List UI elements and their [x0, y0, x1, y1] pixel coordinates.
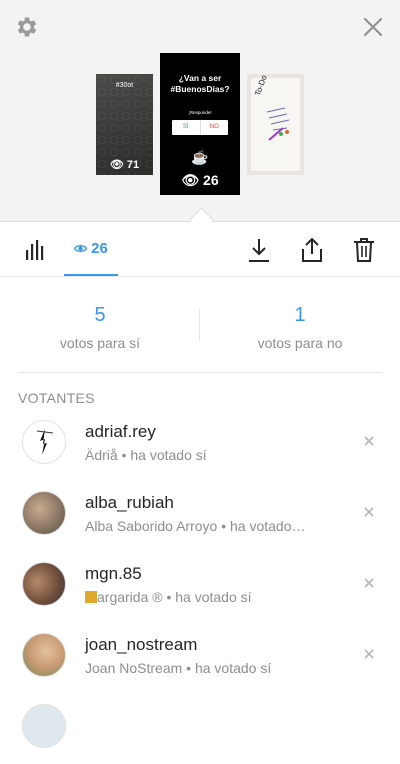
- dismiss-icon[interactable]: [362, 434, 376, 448]
- voter-username[interactable]: alba_rubiah: [85, 493, 174, 513]
- story-views-count: 26: [203, 172, 219, 188]
- story-toolbar: 26: [0, 222, 400, 277]
- avatar[interactable]: [22, 491, 66, 535]
- poll-prompt: ¡Responde!: [188, 110, 212, 115]
- poll-results: 5 votos para sí 1 votos para no: [0, 277, 400, 373]
- voter-row[interactable]: alba_rubiah Alba Saborido Arroyo • ha vo…: [0, 491, 400, 551]
- no-votes-count: 1: [294, 304, 306, 326]
- voter-row[interactable]: joan_nostream Joan NoStream • ha votado …: [0, 633, 400, 693]
- divider: [18, 372, 382, 373]
- no-votes-label: votos para no: [257, 335, 343, 351]
- voters-section-title: VOTANTES: [18, 390, 95, 406]
- story-tag: #30ot: [115, 82, 134, 89]
- story-views: 👁 26: [160, 172, 240, 189]
- story-views-count: 71: [126, 159, 140, 171]
- poll-question: ¿Van a ser #BuenosDías?: [160, 73, 240, 95]
- eye-icon: [74, 244, 88, 252]
- poll-question-line2: #BuenosDías?: [170, 84, 230, 94]
- trash-icon[interactable]: [352, 237, 376, 263]
- dismiss-icon[interactable]: [362, 576, 376, 590]
- eye-icon: 👁: [181, 172, 200, 188]
- story-thumbnail-right[interactable]: To-Do List: [247, 74, 304, 175]
- poll-option-yes: SÍ: [172, 120, 201, 135]
- poll-question-line1: ¿Van a ser: [178, 73, 222, 83]
- story-thumbnail-left[interactable]: #30ot 👁 71: [96, 74, 153, 175]
- voter-subtitle: argarida ® • ha votado sí: [85, 589, 252, 605]
- yes-votes-label: votos para sí: [59, 335, 141, 351]
- poll-option-no: NO: [209, 124, 219, 130]
- coffee-cup-icon: ☕: [191, 149, 209, 165]
- dismiss-icon[interactable]: [362, 647, 376, 661]
- poll-sticker: SÍ NO: [172, 120, 228, 135]
- eye-icon: 👁: [109, 159, 124, 171]
- close-icon[interactable]: [362, 16, 384, 38]
- voter-subtitle-text: argarida ® • ha votado sí: [97, 589, 252, 605]
- emoji-icon: [85, 591, 97, 603]
- tab-viewers[interactable]: 26: [64, 222, 118, 276]
- doodle-graphic: [266, 107, 290, 141]
- yes-votes[interactable]: 5 votos para sí: [0, 277, 200, 351]
- story-carousel: #30ot 👁 71 ¿Van a ser #BuenosDías? ¡Resp…: [0, 0, 400, 222]
- avatar-image: [36, 429, 54, 455]
- story-thumbnail-current[interactable]: ¿Van a ser #BuenosDías? ¡Responde! SÍ NO…: [160, 53, 240, 195]
- voter-subtitle: Alba Saborido Arroyo • ha votado…: [85, 518, 306, 534]
- voter-row[interactable]: adriaf.rey Ädriå • ha votado sí: [0, 420, 400, 480]
- download-icon[interactable]: [247, 237, 271, 263]
- avatar[interactable]: [22, 420, 66, 464]
- avatar[interactable]: [22, 633, 66, 677]
- avatar[interactable]: [22, 562, 66, 606]
- dismiss-icon[interactable]: [362, 505, 376, 519]
- voter-row[interactable]: [0, 704, 400, 764]
- viewers-count: 26: [91, 239, 108, 257]
- bar-chart-icon[interactable]: [24, 238, 48, 262]
- share-icon[interactable]: [300, 237, 324, 263]
- gear-icon[interactable]: [14, 14, 40, 40]
- voter-username[interactable]: joan_nostream: [85, 635, 197, 655]
- yes-votes-count: 5: [94, 304, 106, 326]
- no-votes[interactable]: 1 votos para no: [200, 277, 400, 351]
- voter-row[interactable]: mgn.85 argarida ® • ha votado sí: [0, 562, 400, 622]
- voter-username[interactable]: mgn.85: [85, 564, 142, 584]
- story-views: 👁 71: [96, 158, 153, 171]
- voter-subtitle: Ädriå • ha votado sí: [85, 447, 207, 463]
- voter-subtitle: Joan NoStream • ha votado sí: [85, 660, 272, 676]
- voter-username[interactable]: adriaf.rey: [85, 422, 156, 442]
